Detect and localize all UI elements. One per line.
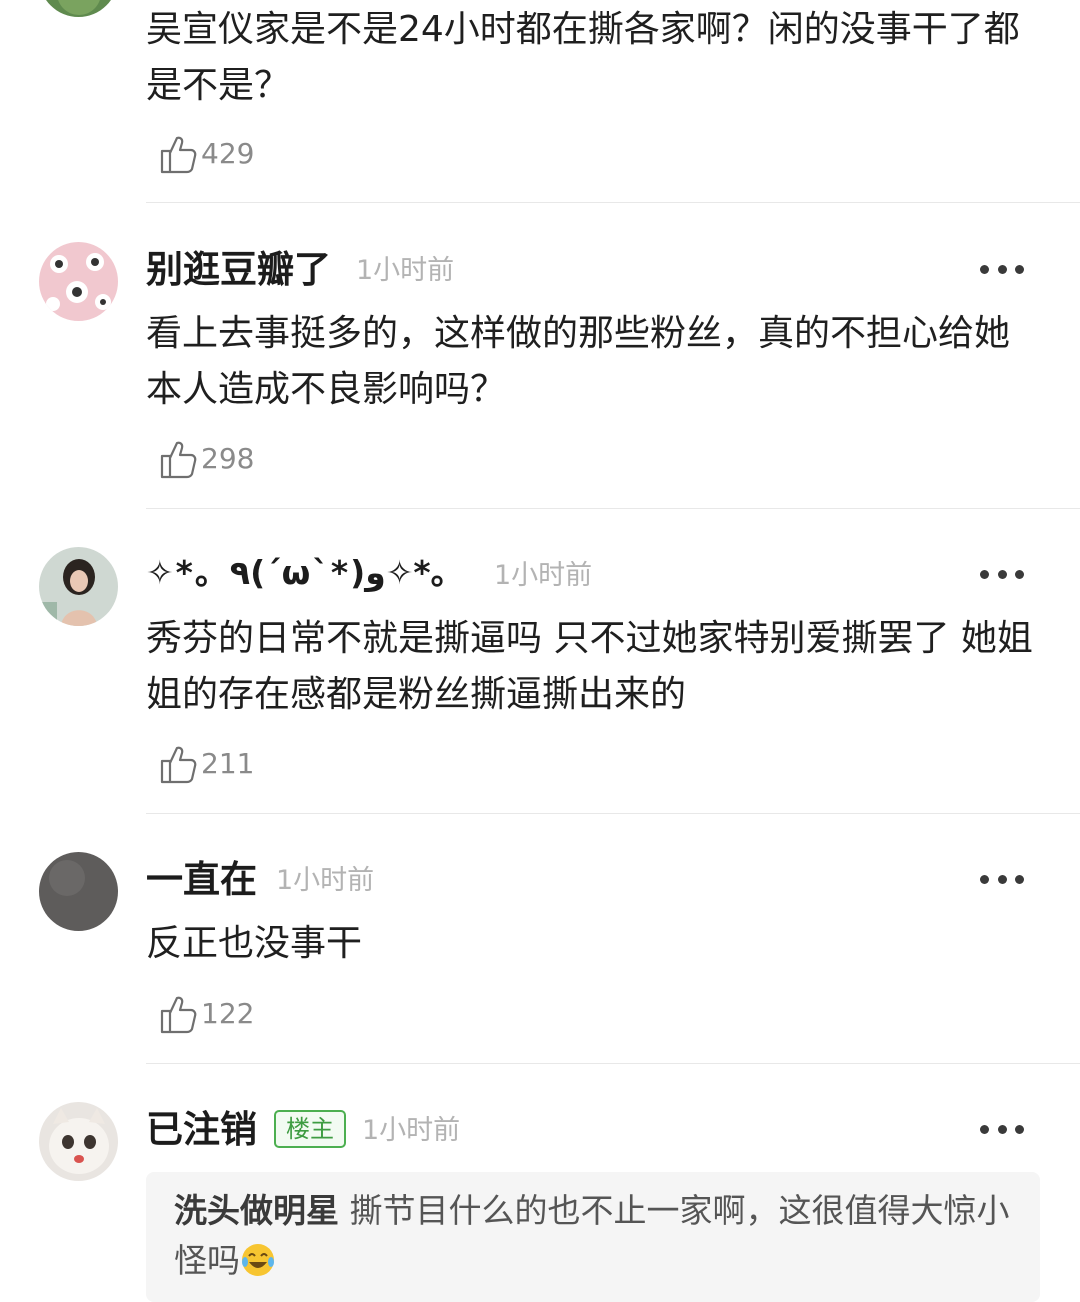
like-button[interactable]: 429 — [157, 132, 254, 176]
divider — [146, 813, 1080, 814]
divider — [146, 1063, 1080, 1064]
comment-text: 反正也没事干 — [146, 923, 363, 964]
more-dots-icon[interactable] — [980, 1122, 1024, 1136]
comment-text: 吴宣仪家是不是24小时都在撕各家啊？闲的没事干了都是不是？ — [146, 9, 1020, 106]
avatar[interactable] — [39, 852, 118, 931]
thumbs-up-icon — [160, 136, 197, 174]
like-button[interactable]: 211 — [157, 742, 254, 786]
avatar[interactable] — [39, 1102, 118, 1181]
quoted-reply[interactable]: 洗头做明星 撕节目什么的也不止一家啊，这很值得大惊小怪吗 — [146, 1172, 1040, 1302]
avatar[interactable] — [39, 547, 118, 626]
timestamp: 1小时前 — [356, 255, 455, 286]
more-dots-icon[interactable] — [980, 262, 1024, 276]
username[interactable]: 已注销 — [146, 1111, 257, 1148]
like-count: 429 — [201, 137, 255, 170]
avatar[interactable] — [39, 242, 118, 321]
avatar[interactable] — [39, 0, 118, 17]
timestamp: 1小时前 — [276, 865, 375, 896]
thumbs-up-icon — [160, 996, 197, 1034]
like-button[interactable]: 122 — [157, 992, 254, 1036]
timestamp: 1小时前 — [362, 1115, 461, 1146]
username[interactable]: ✧*。٩(ˊωˋ*)و✧*。 — [146, 556, 466, 589]
quoted-username[interactable]: 洗头做明星 — [174, 1191, 339, 1230]
username[interactable]: 别逛豆瓣了 — [146, 251, 331, 288]
laughing-tears-emoji — [242, 1244, 274, 1276]
like-button[interactable]: 298 — [157, 437, 254, 481]
more-dots-icon[interactable] — [980, 567, 1024, 581]
thumbs-up-icon — [160, 441, 197, 479]
comment-text: 秀芬的日常不就是撕逼吗 只不过她家特别爱撕罢了 她姐姐的存在感都是粉丝撕逼撕出来… — [146, 618, 1033, 715]
divider — [146, 508, 1080, 509]
divider — [146, 202, 1080, 203]
timestamp: 1小时前 — [494, 560, 593, 591]
more-dots-icon[interactable] — [980, 872, 1024, 886]
username[interactable]: 一直在 — [146, 861, 257, 898]
thumbs-up-icon — [160, 746, 197, 784]
like-count: 211 — [201, 747, 255, 780]
like-count: 122 — [201, 997, 255, 1030]
like-count: 298 — [201, 442, 255, 475]
op-badge: 楼主 — [274, 1110, 346, 1148]
quoted-text: 洗头做明星 撕节目什么的也不止一家啊，这很值得大惊小怪吗 — [174, 1186, 1014, 1286]
comment-text: 看上去事挺多的，这样做的那些粉丝，真的不担心给她本人造成不良影响吗？ — [146, 313, 1011, 410]
